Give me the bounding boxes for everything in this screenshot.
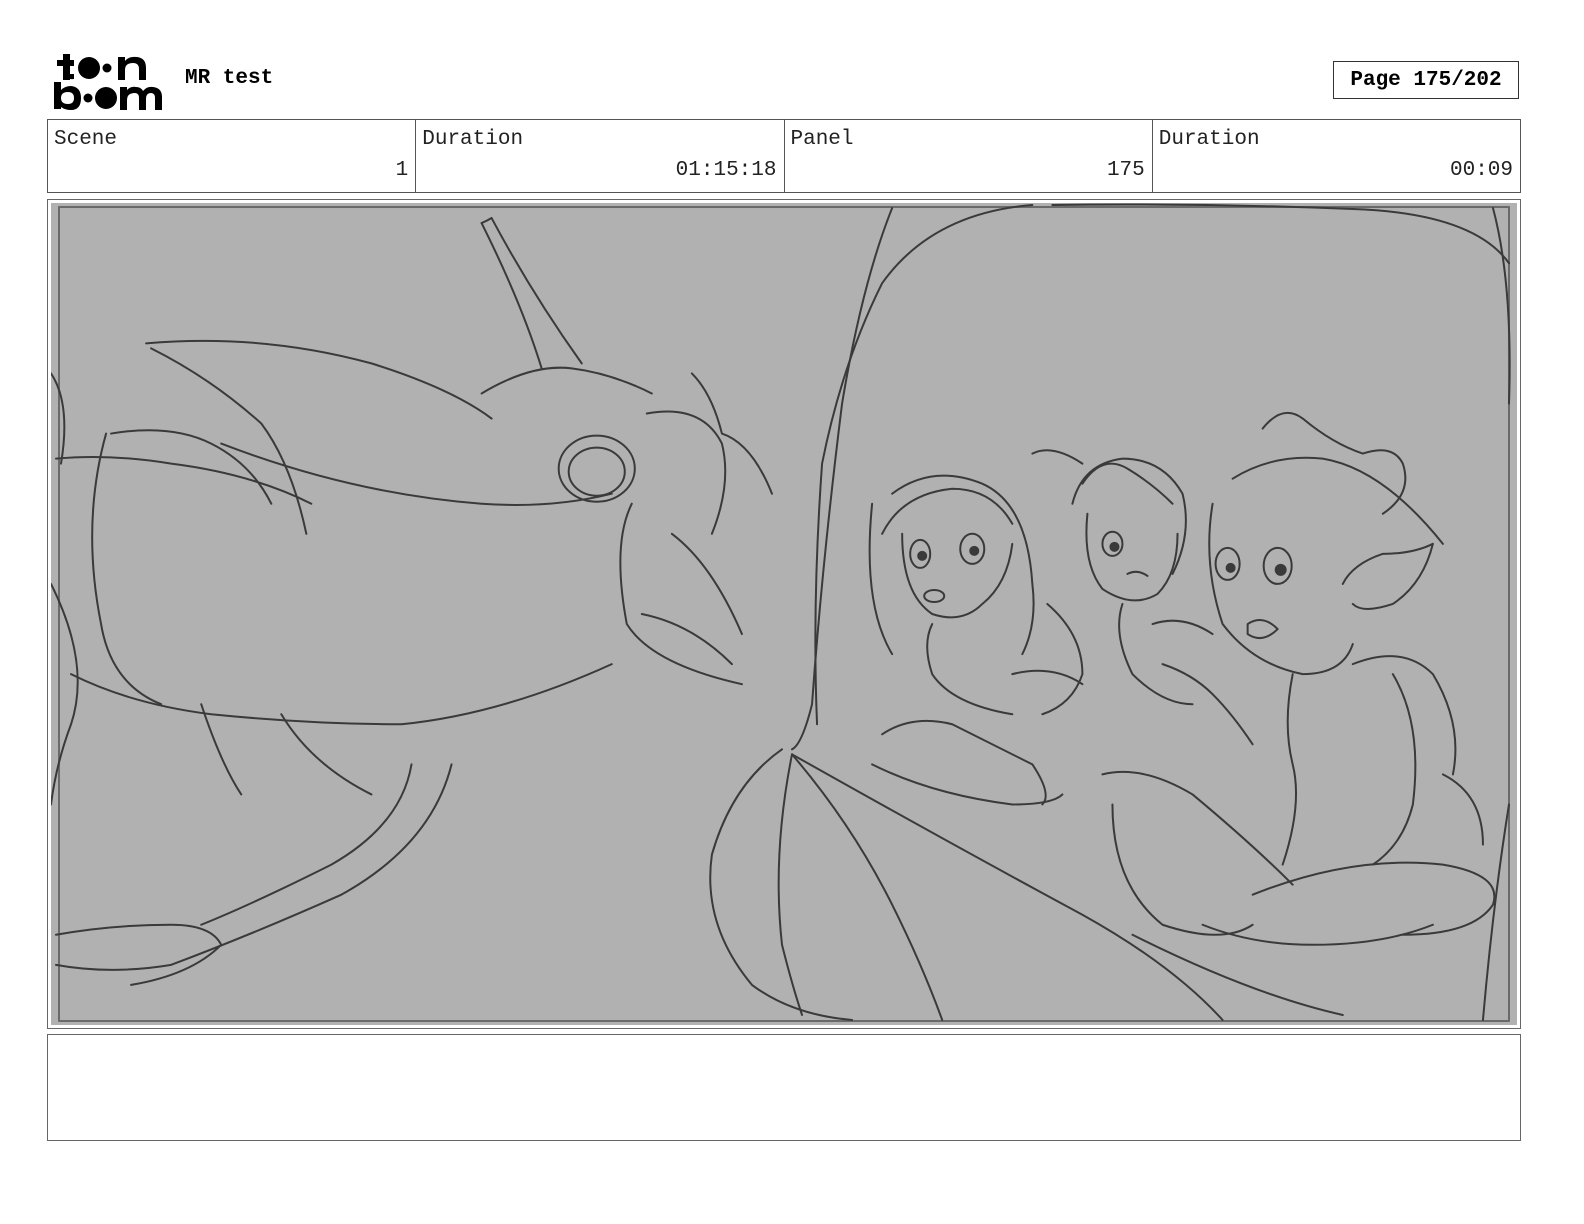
scene-duration-label: Duration <box>422 128 524 151</box>
panel-duration-cell: Duration 00:09 <box>1153 120 1520 192</box>
toon-boom-logo <box>54 54 162 110</box>
storyboard-sketch-image <box>51 203 1517 1025</box>
storyboard-panel-frame <box>47 199 1521 1029</box>
scene-duration-value: 01:15:18 <box>675 159 777 182</box>
middle-character-sketch <box>1071 457 1254 746</box>
scene-duration-cell: Duration 01:15:18 <box>416 120 785 192</box>
panel-info-table: Scene 1 Duration 01:15:18 Panel 175 Dura… <box>47 119 1521 193</box>
girl-character-sketch <box>868 449 1084 806</box>
scene-value: 1 <box>395 159 409 182</box>
foreground-shape-sketch <box>709 203 1511 1021</box>
page-label: Page 175/202 <box>1350 68 1502 92</box>
page-indicator: Page 175/202 <box>1333 61 1519 99</box>
panel-duration-label: Duration <box>1158 128 1260 151</box>
scene-cell: Scene 1 <box>48 120 417 192</box>
project-title: MR test <box>185 67 274 90</box>
panel-duration-value: 00:09 <box>1449 159 1513 182</box>
creature-sketch <box>51 217 773 986</box>
panel-label: Panel <box>790 128 854 151</box>
sketch-drawing <box>51 203 1511 1022</box>
panel-value: 175 <box>1106 159 1145 182</box>
scene-label: Scene <box>54 128 118 151</box>
panel-cell: Panel 175 <box>785 120 1153 192</box>
panel-notes-box <box>47 1034 1521 1141</box>
